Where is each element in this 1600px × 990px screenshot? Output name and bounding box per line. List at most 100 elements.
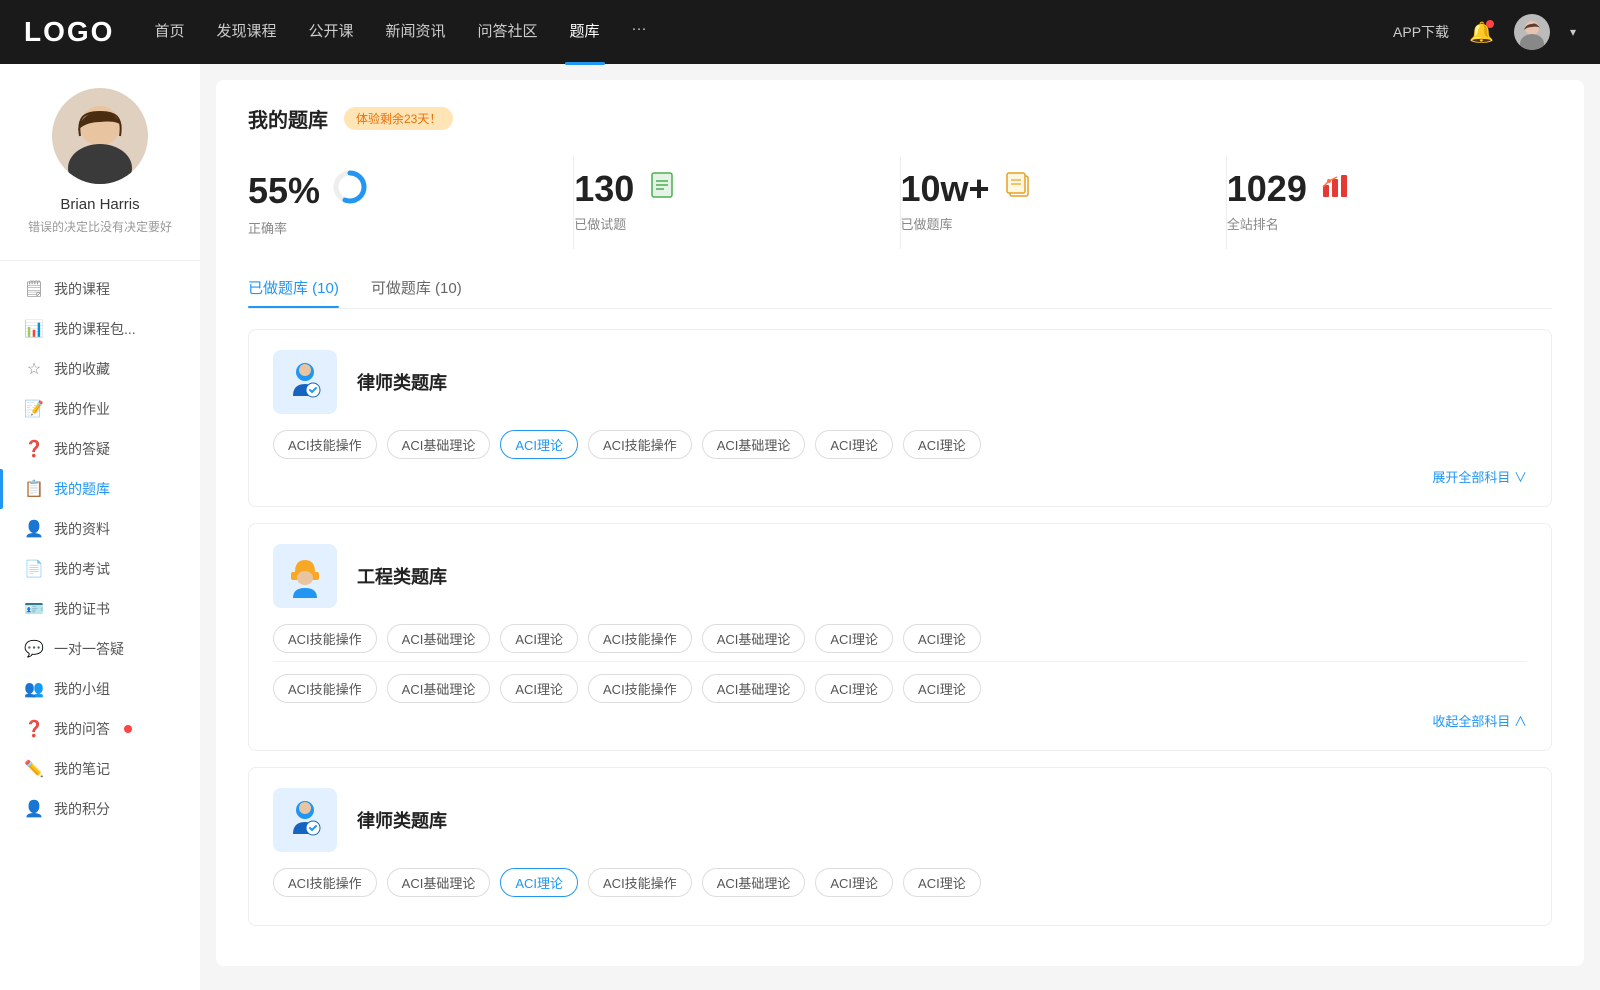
- sidebar-icon: 🪪: [24, 599, 44, 619]
- sidebar: Brian Harris 错误的决定比没有决定要好 🗒 我的课程 📊 我的课程包…: [0, 64, 200, 990]
- page-header: 我的题库 体验剩余23天！: [248, 104, 1552, 133]
- tag-ACI理论[interactable]: ACI理论: [903, 868, 981, 897]
- stat-label: 正确率: [248, 218, 287, 237]
- sidebar-menu: 🗒 我的课程 📊 我的课程包... ☆ 我的收藏 📝 我的作业 ❓ 我的答疑 📋…: [0, 269, 200, 829]
- collapse-button[interactable]: 收起全部科目 ∧: [273, 711, 1527, 730]
- sidebar-icon: 📝: [24, 399, 44, 419]
- stat-number: 130: [574, 171, 634, 207]
- tag-ACI理论[interactable]: ACI理论: [815, 430, 893, 459]
- tag-ACI理论[interactable]: ACI理论: [903, 624, 981, 653]
- tags-row: ACI技能操作 ACI基础理论 ACI理论 ACI技能操作 ACI基础理论 ACI理论 AC…: [273, 430, 1527, 459]
- qbank-header: 律师类题库: [273, 350, 1527, 414]
- expand-button[interactable]: 展开全部科目 ∨: [273, 467, 1527, 486]
- sidebar-item-一对一答疑[interactable]: 💬 一对一答疑: [0, 629, 200, 669]
- sidebar-icon: 👤: [24, 519, 44, 539]
- sidebar-item-label: 我的题库: [54, 479, 110, 499]
- tag-ACI理论[interactable]: ACI理论: [903, 674, 981, 703]
- tag-ACI技能操作[interactable]: ACI技能操作: [273, 674, 377, 703]
- tag-ACI理论[interactable]: ACI理论: [500, 430, 578, 459]
- tag-ACI基础理论[interactable]: ACI基础理论: [387, 624, 491, 653]
- tag-ACI技能操作[interactable]: ACI技能操作: [273, 430, 377, 459]
- nav-link-问答社区[interactable]: 问答社区: [478, 20, 538, 45]
- content-card: 我的题库 体验剩余23天！ 55% 正确率 130 已做试题 10w+ 已做题库…: [216, 80, 1584, 966]
- sidebar-icon: 📋: [24, 479, 44, 499]
- stat-item-1: 130 已做试题: [574, 157, 900, 249]
- tag-ACI理论[interactable]: ACI理论: [815, 868, 893, 897]
- tag-ACI理论[interactable]: ACI理论: [500, 624, 578, 653]
- tag-ACI技能操作[interactable]: ACI技能操作: [273, 868, 377, 897]
- sidebar-item-我的课程包...[interactable]: 📊 我的课程包...: [0, 309, 200, 349]
- notification-dot: [1486, 20, 1494, 28]
- nav-link-···[interactable]: ···: [632, 20, 647, 45]
- nav-link-新闻资讯[interactable]: 新闻资讯: [386, 20, 446, 45]
- sidebar-item-label: 我的课程: [54, 279, 110, 299]
- sidebar-item-label: 我的作业: [54, 399, 110, 419]
- sidebar-item-label: 我的证书: [54, 599, 110, 619]
- tag-ACI基础理论[interactable]: ACI基础理论: [702, 430, 806, 459]
- stat-icon: [1319, 169, 1351, 208]
- tag-ACI理论[interactable]: ACI理论: [500, 674, 578, 703]
- sidebar-item-我的课程[interactable]: 🗒 我的课程: [0, 269, 200, 309]
- sidebar-item-label: 我的资料: [54, 519, 110, 539]
- sidebar-item-我的作业[interactable]: 📝 我的作业: [0, 389, 200, 429]
- tag-ACI基础理论[interactable]: ACI基础理论: [702, 868, 806, 897]
- tag-ACI理论[interactable]: ACI理论: [500, 868, 578, 897]
- qbank-sections: 律师类题库 ACI技能操作ACI基础理论ACI理论ACI技能操作ACI基础理论A…: [248, 329, 1552, 926]
- stat-label: 已做试题: [574, 214, 626, 233]
- sidebar-item-我的笔记[interactable]: ✏️ 我的笔记: [0, 749, 200, 789]
- sidebar-item-我的问答[interactable]: ❓ 我的问答: [0, 709, 200, 749]
- sidebar-item-我的答疑[interactable]: ❓ 我的答疑: [0, 429, 200, 469]
- sidebar-item-label: 我的笔记: [54, 759, 110, 779]
- nav-link-题库[interactable]: 题库: [570, 20, 600, 45]
- stat-label: 已做题库: [901, 214, 953, 233]
- tag-ACI技能操作[interactable]: ACI技能操作: [588, 624, 692, 653]
- sidebar-motto: 错误的决定比没有决定要好: [28, 219, 172, 236]
- avatar[interactable]: [1514, 14, 1550, 50]
- sidebar-item-我的证书[interactable]: 🪪 我的证书: [0, 589, 200, 629]
- nav-link-公开课[interactable]: 公开课: [308, 20, 353, 45]
- tag-ACI技能操作[interactable]: ACI技能操作: [588, 430, 692, 459]
- qbank-header: 工程类题库: [273, 544, 1527, 608]
- tag-ACI基础理论[interactable]: ACI基础理论: [387, 430, 491, 459]
- qbank-icon: [273, 350, 337, 414]
- account-chevron-icon[interactable]: ▾: [1570, 25, 1576, 39]
- app-download-button[interactable]: APP下载: [1393, 22, 1449, 42]
- tag-ACI理论[interactable]: ACI理论: [903, 430, 981, 459]
- tag-ACI技能操作[interactable]: ACI技能操作: [273, 624, 377, 653]
- sidebar-item-我的收藏[interactable]: ☆ 我的收藏: [0, 349, 200, 389]
- tags-row: ACI技能操作 ACI基础理论 ACI理论 ACI技能操作 ACI基础理论 ACI理论 AC…: [273, 868, 1527, 897]
- tab-可做题库 (10)[interactable]: 可做题库 (10): [371, 277, 462, 308]
- sidebar-username: Brian Harris: [60, 196, 139, 213]
- sidebar-item-label: 我的课程包...: [54, 319, 136, 339]
- tag-ACI技能操作[interactable]: ACI技能操作: [588, 674, 692, 703]
- tag-ACI基础理论[interactable]: ACI基础理论: [702, 624, 806, 653]
- tag-ACI理论[interactable]: ACI理论: [815, 624, 893, 653]
- tags-row: ACI技能操作 ACI基础理论 ACI理论 ACI技能操作 ACI基础理论 ACI理论 AC…: [273, 674, 1527, 703]
- qbank-section-lawyer1: 律师类题库 ACI技能操作ACI基础理论ACI理论ACI技能操作ACI基础理论A…: [248, 329, 1552, 507]
- sidebar-icon: ✏️: [24, 759, 44, 779]
- logo[interactable]: LOGO: [24, 16, 114, 48]
- sidebar-item-我的考试[interactable]: 📄 我的考试: [0, 549, 200, 589]
- tabs-bar: 已做题库 (10) 可做题库 (10): [248, 277, 1552, 309]
- stat-item-0: 55% 正确率: [248, 157, 574, 249]
- sidebar-item-我的题库[interactable]: 📋 我的题库: [0, 469, 200, 509]
- tags-row: ACI技能操作 ACI基础理论 ACI理论 ACI技能操作 ACI基础理论 ACI理论 AC…: [273, 624, 1527, 653]
- nav-link-首页[interactable]: 首页: [154, 20, 184, 45]
- sidebar-icon: 📊: [24, 319, 44, 339]
- sidebar-item-我的资料[interactable]: 👤 我的资料: [0, 509, 200, 549]
- tag-ACI基础理论[interactable]: ACI基础理论: [387, 674, 491, 703]
- nav-link-发现课程[interactable]: 发现课程: [216, 20, 276, 45]
- sidebar-item-我的积分[interactable]: 👤 我的积分: [0, 789, 200, 829]
- sidebar-item-label: 我的收藏: [54, 359, 110, 379]
- sidebar-item-我的小组[interactable]: 👥 我的小组: [0, 669, 200, 709]
- tag-ACI理论[interactable]: ACI理论: [815, 674, 893, 703]
- notification-bell-icon[interactable]: 🔔: [1469, 20, 1494, 45]
- tag-ACI基础理论[interactable]: ACI基础理论: [702, 674, 806, 703]
- stat-number: 55%: [248, 173, 320, 209]
- tab-已做题库 (10)[interactable]: 已做题库 (10): [248, 277, 339, 308]
- stat-label: 全站排名: [1227, 214, 1279, 233]
- sidebar-item-label: 我的考试: [54, 559, 110, 579]
- tag-ACI技能操作[interactable]: ACI技能操作: [588, 868, 692, 897]
- sidebar-icon: 🗒: [24, 279, 44, 299]
- tag-ACI基础理论[interactable]: ACI基础理论: [387, 868, 491, 897]
